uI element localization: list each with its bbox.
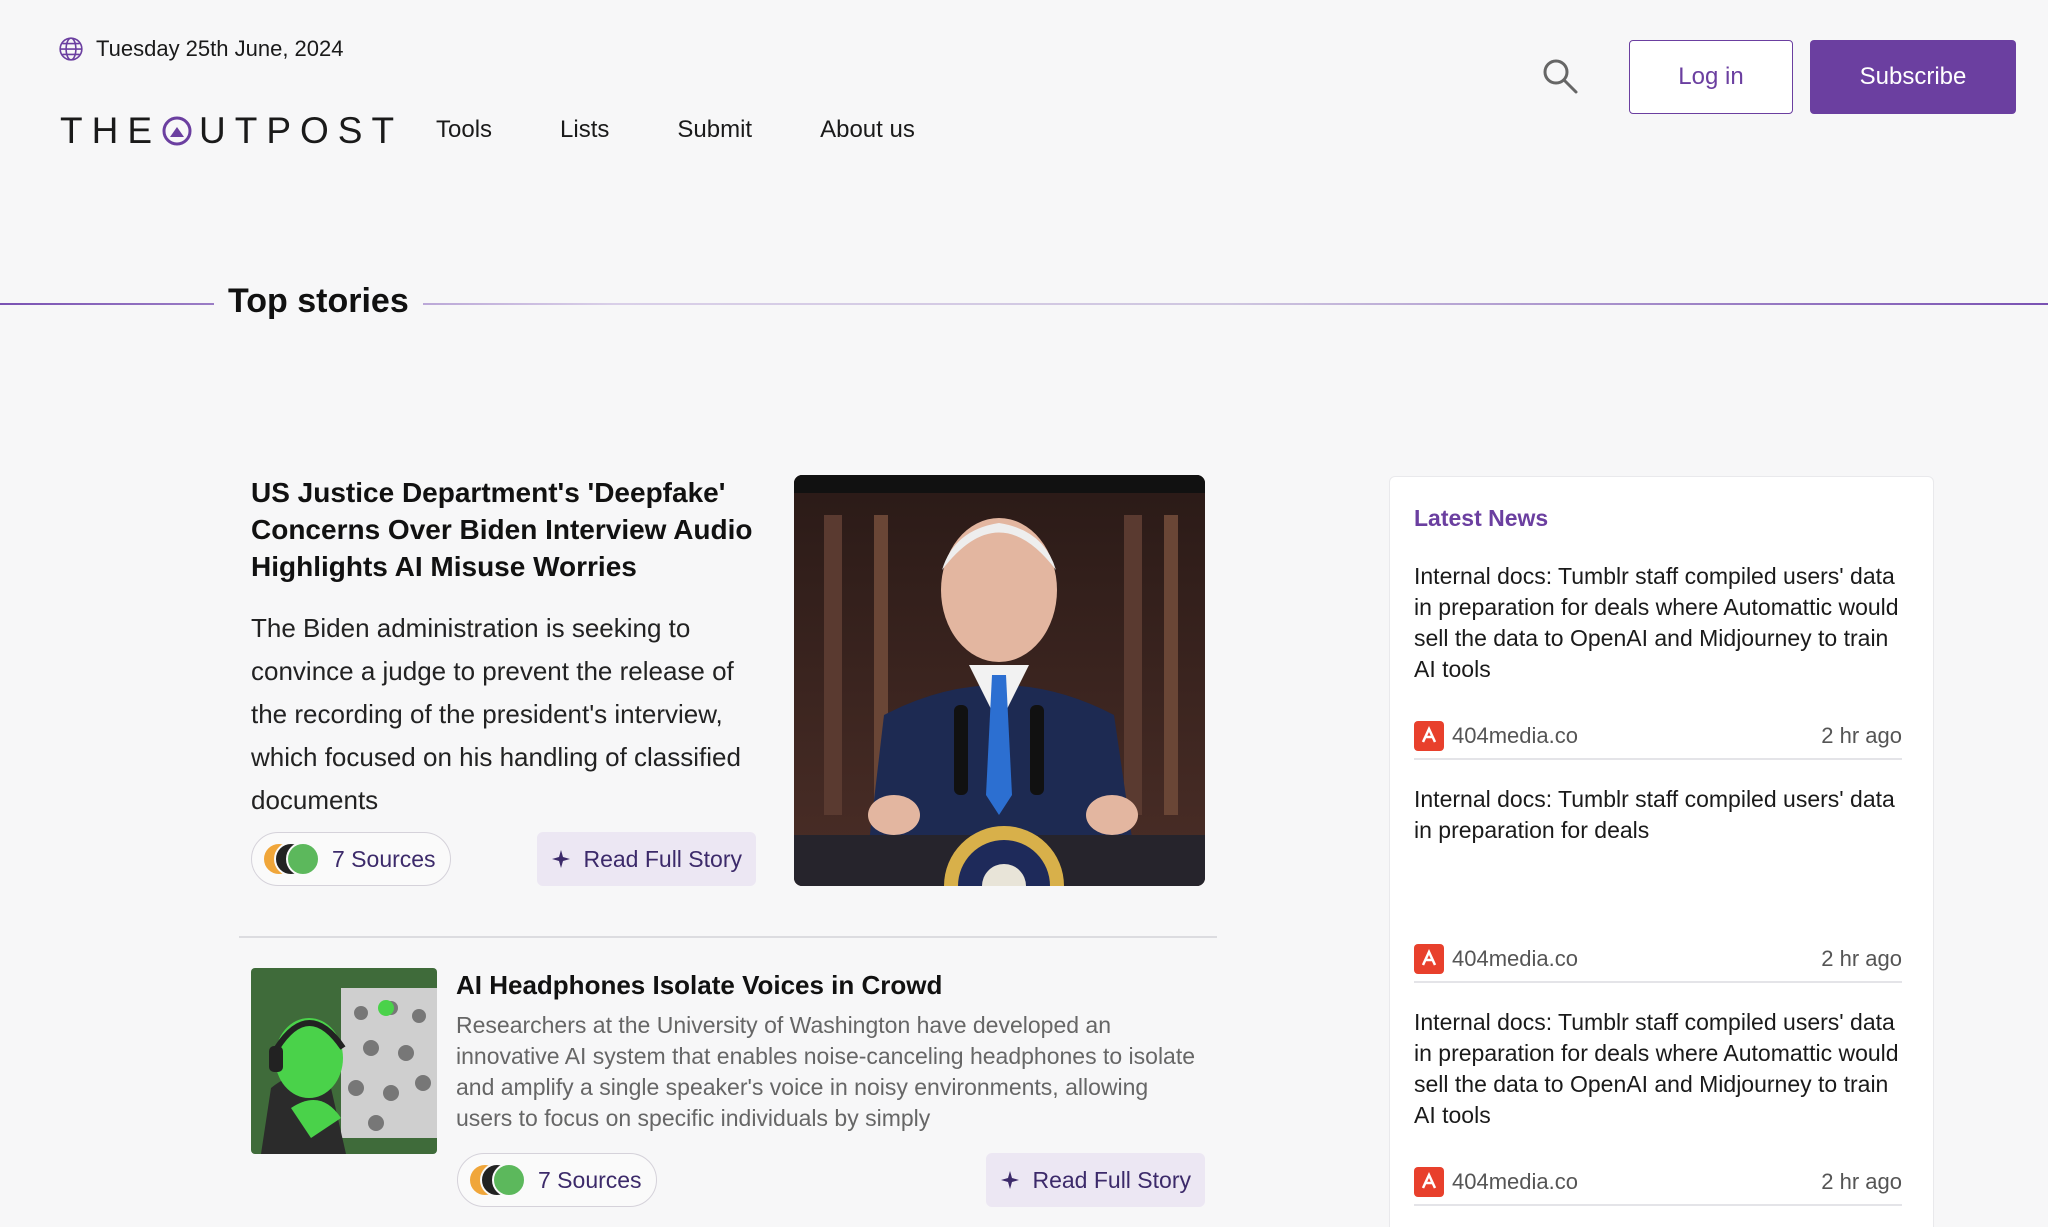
sources-button[interactable]: 7 Sources [457, 1153, 657, 1207]
headphones-illustration [251, 968, 437, 1154]
news-item-title[interactable]: Internal docs: Tumblr staff compiled use… [1414, 784, 1914, 846]
sparkle-icon [552, 850, 571, 868]
sources-button[interactable]: 7 Sources [251, 832, 451, 886]
nav-about-us[interactable]: About us [820, 116, 915, 144]
news-source-label: 404media.co [1452, 723, 1578, 748]
read-full-story-button[interactable]: Read Full Story [537, 832, 756, 886]
main-story-actions: 7 Sources Read Full Story [251, 832, 756, 886]
logo-o-mark-icon [162, 116, 192, 146]
source-logos [468, 1163, 526, 1197]
sources-label: 7 Sources [332, 845, 436, 872]
main-story-summary: The Biden administration is seeking to c… [251, 613, 741, 815]
source-logo-icon [286, 842, 320, 876]
news-item[interactable]: Internal docs: Tumblr staff compiled use… [1414, 784, 1914, 974]
search-icon[interactable] [1540, 56, 1580, 96]
news-item-title[interactable]: Internal docs: Tumblr staff compiled use… [1414, 561, 1914, 685]
source-logo-icon [492, 1163, 526, 1197]
read-full-story-button[interactable]: Read Full Story [986, 1153, 1205, 1207]
nav-lists[interactable]: Lists [560, 116, 609, 144]
nav-submit[interactable]: Submit [677, 116, 752, 144]
date-row: Tuesday 25th June, 2024 [58, 36, 343, 62]
site-logo[interactable]: THE UTPOST [60, 110, 403, 152]
sparkle-icon [1001, 1171, 1020, 1189]
current-date: Tuesday 25th June, 2024 [96, 36, 344, 61]
source-logo-icon [1414, 721, 1444, 751]
news-source: 404media.co [1414, 721, 1578, 751]
sidebar-title: Latest News [1414, 505, 1549, 531]
news-divider [1414, 981, 1902, 983]
news-item-meta: 404media.co 2 hr ago [1414, 721, 1902, 751]
read-full-story-label: Read Full Story [583, 845, 742, 872]
news-source: 404media.co [1414, 1167, 1578, 1197]
source-logo-icon [1414, 944, 1444, 974]
login-button[interactable]: Log in [1629, 40, 1793, 114]
source-logo-icon [1414, 1167, 1444, 1197]
main-nav: Tools Lists Submit About us [436, 116, 915, 144]
story-divider [239, 936, 1217, 938]
news-item[interactable]: Internal docs: Tumblr staff compiled use… [1414, 561, 1914, 751]
news-divider [1414, 1204, 1902, 1206]
secondary-story: AI Headphones Isolate Voices in Crowd Re… [456, 968, 1206, 1134]
secondary-story-headline[interactable]: AI Headphones Isolate Voices in Crowd [456, 968, 1206, 1002]
globe-icon [59, 37, 83, 61]
news-time: 2 hr ago [1821, 723, 1902, 748]
news-source-label: 404media.co [1452, 1169, 1578, 1194]
main-story-image[interactable] [794, 475, 1205, 886]
news-item[interactable]: Internal docs: Tumblr staff compiled use… [1414, 1007, 1914, 1197]
secondary-story-summary: Researchers at the University of Washing… [456, 1012, 1196, 1131]
news-source-label: 404media.co [1452, 946, 1578, 971]
main-story-headline[interactable]: US Justice Department's 'Deepfake' Conce… [251, 474, 771, 585]
section-title: Top stories [214, 282, 423, 321]
news-item-meta: 404media.co 2 hr ago [1414, 944, 1902, 974]
latest-news-sidebar: Latest News Internal docs: Tumblr staff … [1389, 476, 1934, 1227]
subscribe-button[interactable]: Subscribe [1810, 40, 2016, 114]
news-divider [1414, 758, 1902, 760]
read-full-story-label: Read Full Story [1032, 1166, 1191, 1193]
speaker-photo [794, 475, 1205, 886]
logo-text-right: UTPOST [199, 110, 404, 151]
story-thumbnail[interactable] [251, 968, 437, 1154]
source-logos [262, 842, 320, 876]
news-time: 2 hr ago [1821, 946, 1902, 971]
secondary-story-actions: 7 Sources Read Full Story [457, 1153, 1205, 1207]
logo-text-left: THE [60, 110, 161, 151]
sources-label: 7 Sources [538, 1166, 642, 1193]
nav-tools[interactable]: Tools [436, 116, 492, 144]
news-source: 404media.co [1414, 944, 1578, 974]
news-item-title[interactable]: Internal docs: Tumblr staff compiled use… [1414, 1007, 1914, 1131]
news-item-meta: 404media.co 2 hr ago [1414, 1167, 1902, 1197]
news-time: 2 hr ago [1821, 1169, 1902, 1194]
